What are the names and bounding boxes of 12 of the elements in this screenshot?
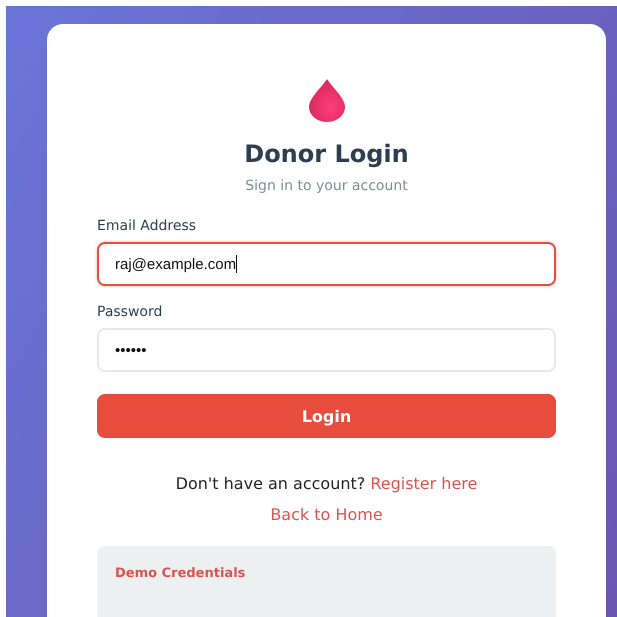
demo-credentials-title: Demo Credentials bbox=[115, 566, 246, 581]
field-label: Email Address bbox=[97, 218, 198, 234]
login-subtitle: Sign in to your account bbox=[245, 178, 408, 194]
register-link[interactable]: Register here bbox=[370, 474, 478, 493]
login-button[interactable]: Login bbox=[97, 394, 556, 438]
input-field[interactable]: •••••• bbox=[97, 328, 556, 372]
login-title: Donor Login bbox=[244, 140, 409, 168]
blood-drop-icon bbox=[308, 78, 346, 122]
input-field[interactable]: raj@example.com bbox=[97, 242, 556, 286]
field-label: Password bbox=[97, 304, 164, 320]
register-prompt: Don't have an account? Register here bbox=[176, 474, 478, 493]
back-home-link[interactable]: Back to Home bbox=[270, 505, 383, 524]
